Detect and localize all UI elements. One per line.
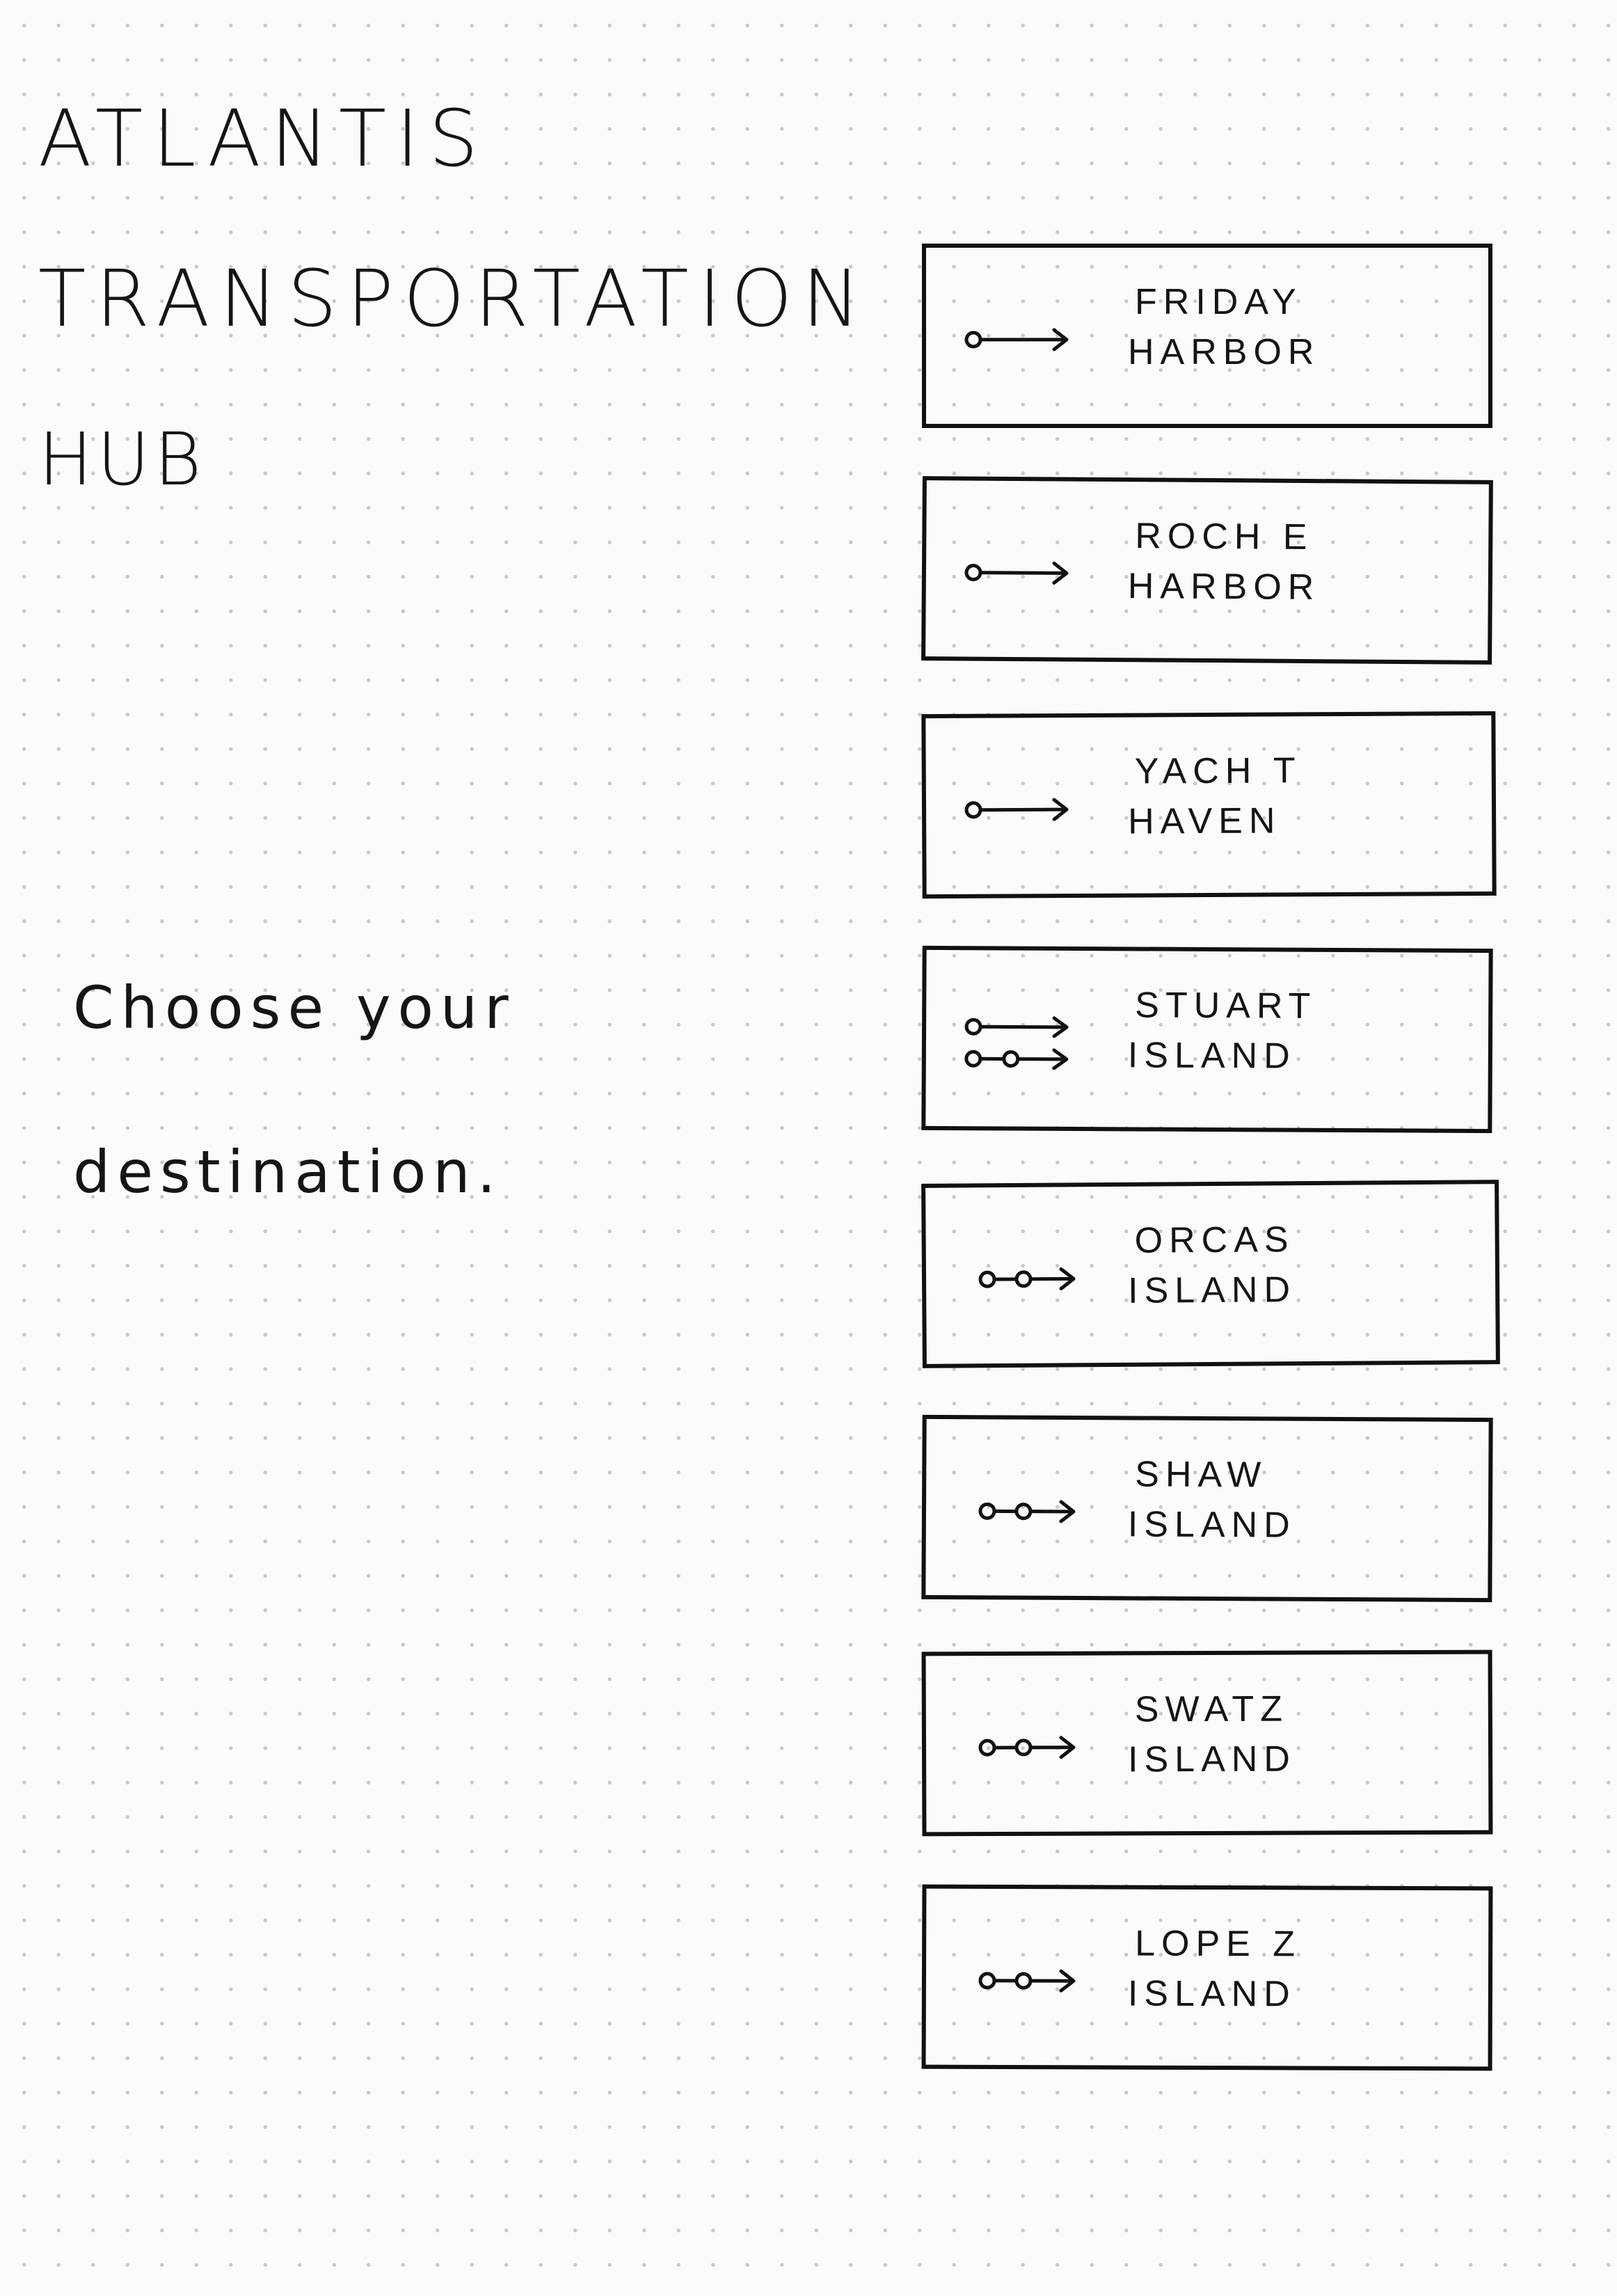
one-stop-route-icon xyxy=(961,1946,1086,2016)
direct-route-icon xyxy=(961,305,1086,374)
destination-label-line-1: ORCAS xyxy=(1134,1219,1295,1261)
destination-button-yacht-haven[interactable]: YACH T HAVEN xyxy=(921,711,1497,899)
destination-button-lopez-island[interactable]: LOPE Z ISLAND xyxy=(921,1884,1493,2071)
destination-label-line-1: STUART xyxy=(1135,985,1317,1027)
destination-label-line-2: ISLAND xyxy=(1127,1504,1296,1546)
one-stop-route-icon xyxy=(961,1713,1086,1783)
destination-label-line-2: HARBOR xyxy=(1127,566,1321,608)
destination-label-line-1: ROCH E xyxy=(1135,516,1314,558)
direct-route-icon xyxy=(961,775,1087,845)
destination-label-line-1: LOPE Z xyxy=(1135,1923,1302,1965)
destination-label-line-1: SWATZ xyxy=(1134,1688,1289,1730)
destination-label-line-2: ISLAND xyxy=(1127,1269,1297,1311)
direct-and-one-stop-route-icon xyxy=(961,1007,1087,1077)
destination-label-line-2: HARBOR xyxy=(1128,332,1321,372)
prompt-line-2: destination. xyxy=(73,1138,503,1206)
one-stop-route-icon xyxy=(961,1244,1087,1314)
destination-button-friday-harbor[interactable]: FRIDAY HARBOR xyxy=(922,244,1492,428)
destination-button-orcas-island[interactable]: ORCAS ISLAND xyxy=(921,1180,1500,1368)
destination-label-line-2: ISLAND xyxy=(1127,1973,1296,2015)
title-line-1: ATLANTIS xyxy=(38,94,488,184)
destination-label-line-1: YACH T xyxy=(1134,750,1302,792)
title-line-2: TRANSPORTATION xyxy=(38,254,870,345)
title-line-3: HUB xyxy=(38,417,206,502)
prompt-line-1: Choose your xyxy=(73,974,516,1042)
destination-button-shaw-island[interactable]: SHAW ISLAND xyxy=(921,1414,1493,1603)
one-stop-route-icon xyxy=(961,1476,1087,1546)
choose-destination-prompt: Choose your destination. xyxy=(73,926,699,1254)
destination-label-line-1: SHAW xyxy=(1135,1454,1268,1496)
app-title: ATLANTIS TRANSPORTATION HUB xyxy=(38,94,870,578)
destination-label-line-2: HAVEN xyxy=(1127,800,1282,842)
destination-button-roche-harbor[interactable]: ROCH E HARBOR xyxy=(921,476,1493,665)
destination-label-line-2: ISLAND xyxy=(1127,1035,1296,1077)
destination-button-swatz-island[interactable]: SWATZ ISLAND xyxy=(921,1649,1493,1837)
destination-label-line-1: FRIDAY xyxy=(1135,282,1303,322)
destination-list: FRIDAY HARBOR ROCH E HARBOR YACH T HAVEN… xyxy=(921,244,1500,2120)
destination-label-line-2: ISLAND xyxy=(1127,1739,1297,1780)
destination-button-stuart-island[interactable]: STUART ISLAND xyxy=(921,945,1493,1134)
direct-route-icon xyxy=(961,538,1087,608)
